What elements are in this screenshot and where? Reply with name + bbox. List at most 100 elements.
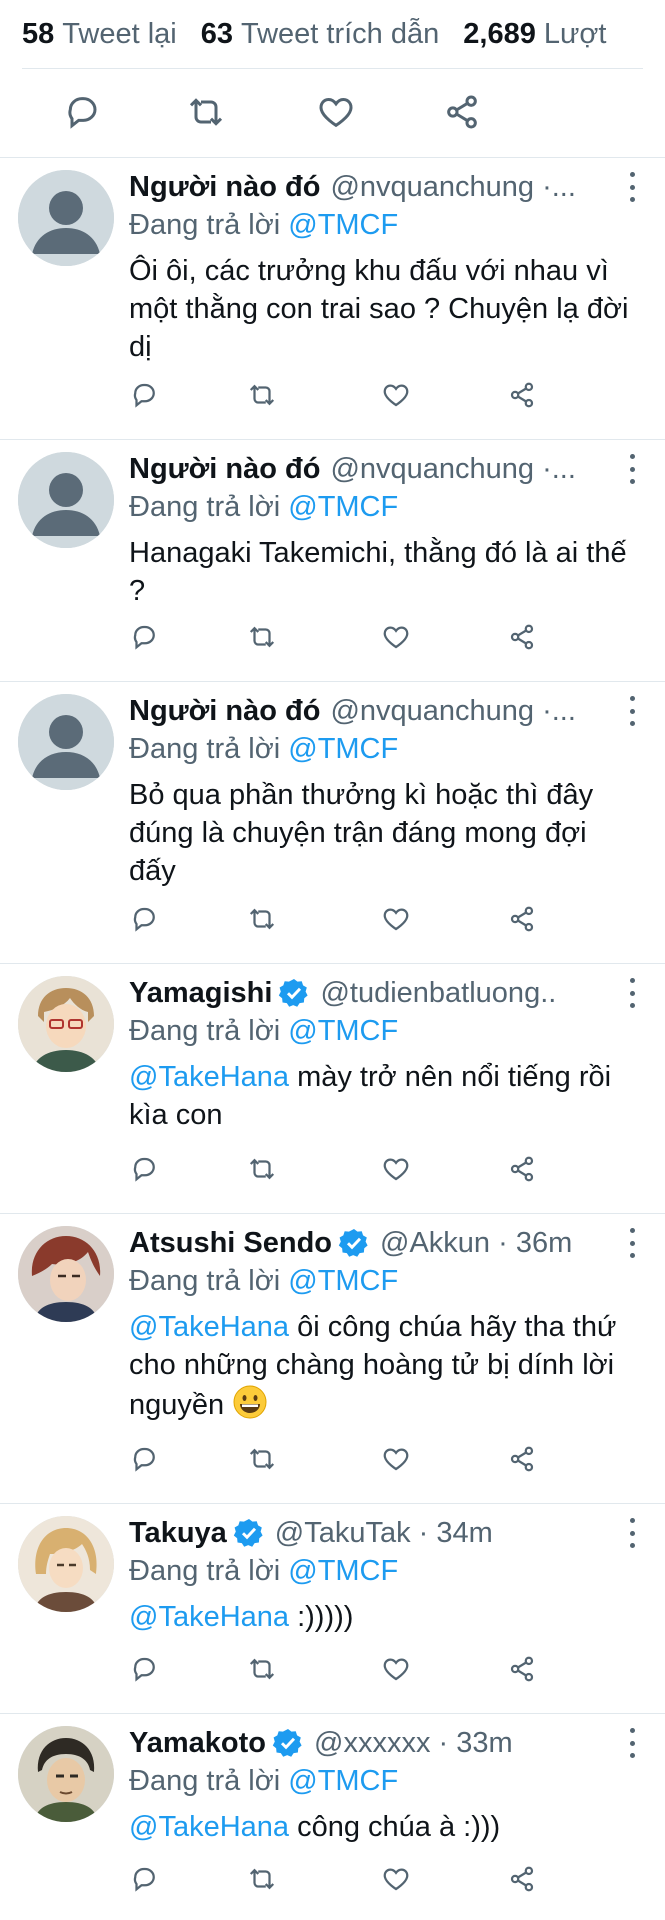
reply-button[interactable] bbox=[129, 1154, 163, 1188]
mention-link[interactable]: @TakeHana bbox=[129, 1601, 289, 1633]
retweet-button[interactable] bbox=[186, 92, 232, 138]
replying-to-link[interactable]: @TMCF bbox=[288, 1265, 398, 1297]
retweet-icon bbox=[186, 98, 226, 136]
share-button[interactable] bbox=[507, 622, 541, 656]
tweet-text: @TakeHana công chúa à :))) bbox=[129, 1808, 629, 1846]
like-icon bbox=[381, 1654, 415, 1684]
reply-button[interactable] bbox=[129, 622, 163, 656]
tweet-actions bbox=[129, 1154, 665, 1194]
reply-tweet[interactable]: Người nào đó @nvquanchung ·... Đang trả … bbox=[0, 439, 665, 681]
share-button[interactable] bbox=[507, 1154, 541, 1188]
share-button[interactable] bbox=[442, 92, 488, 138]
user-handle[interactable]: @nvquanchung ·... bbox=[330, 695, 599, 728]
avatar[interactable] bbox=[18, 170, 114, 266]
like-icon bbox=[381, 380, 415, 410]
like-button[interactable] bbox=[316, 92, 362, 138]
reply-button[interactable] bbox=[129, 1864, 163, 1898]
reply-tweet[interactable]: Người nào đó @nvquanchung ·... Đang trả … bbox=[0, 681, 665, 963]
more-options-button[interactable] bbox=[623, 1228, 641, 1258]
replying-to-link[interactable]: @TMCF bbox=[288, 209, 398, 241]
retweet-button[interactable] bbox=[247, 622, 281, 656]
retweet-button[interactable] bbox=[247, 904, 281, 938]
reply-button[interactable] bbox=[129, 904, 163, 938]
like-button[interactable] bbox=[381, 904, 415, 938]
display-name[interactable]: Takuya bbox=[129, 1517, 227, 1550]
user-handle[interactable]: @xxxxxx · 33m bbox=[314, 1727, 599, 1760]
replying-to-link[interactable]: @TMCF bbox=[288, 1765, 398, 1797]
more-options-button[interactable] bbox=[623, 1518, 641, 1548]
display-name[interactable]: Người nào đó bbox=[129, 171, 320, 204]
user-handle[interactable]: @nvquanchung ·... bbox=[330, 453, 599, 486]
display-name[interactable]: Yamagishi bbox=[129, 977, 272, 1010]
replying-to-link[interactable]: @TMCF bbox=[288, 491, 398, 523]
display-name[interactable]: Atsushi Sendo bbox=[129, 1227, 332, 1260]
tweet-text: Ôi ôi, các trưởng khu đấu với nhau vì mộ… bbox=[129, 255, 629, 363]
retweet-count-stat[interactable]: 58 Tweet lại bbox=[22, 18, 177, 51]
more-options-button[interactable] bbox=[623, 696, 641, 726]
display-name[interactable]: Người nào đó bbox=[129, 695, 320, 728]
share-button[interactable] bbox=[507, 904, 541, 938]
retweet-button[interactable] bbox=[247, 380, 281, 414]
tweet-body: Yamagishi @tudienbatluong.. Đang trả lời… bbox=[129, 974, 649, 1134]
reply-button[interactable] bbox=[129, 1444, 163, 1478]
tweet-header: Người nào đó @nvquanchung ·... bbox=[129, 692, 599, 730]
user-handle[interactable]: @Akkun · 36m bbox=[380, 1227, 599, 1260]
display-name[interactable]: Người nào đó bbox=[129, 453, 320, 486]
mention-link[interactable]: @TakeHana bbox=[129, 1811, 289, 1843]
more-options-button[interactable] bbox=[623, 172, 641, 202]
reply-tweet[interactable]: Yamakoto @xxxxxx · 33m Đang trả lời @TMC… bbox=[0, 1713, 665, 1920]
retweet-button[interactable] bbox=[247, 1654, 281, 1688]
more-options-button[interactable] bbox=[623, 1728, 641, 1758]
share-button[interactable] bbox=[507, 1444, 541, 1478]
reply-tweet[interactable]: Takuya @TakuTak · 34m Đang trả lời @TMCF… bbox=[0, 1503, 665, 1713]
replying-to-link[interactable]: @TMCF bbox=[288, 733, 398, 765]
user-handle[interactable]: @TakuTak · 34m bbox=[275, 1517, 599, 1550]
like-button[interactable] bbox=[381, 1444, 415, 1478]
tweet-header: Yamakoto @xxxxxx · 33m bbox=[129, 1724, 599, 1762]
mention-link[interactable]: @TakeHana bbox=[129, 1311, 289, 1343]
replying-to-link[interactable]: @TMCF bbox=[288, 1555, 398, 1587]
avatar[interactable] bbox=[18, 452, 114, 548]
mention-link[interactable]: @TakeHana bbox=[129, 1061, 289, 1093]
user-handle[interactable]: @nvquanchung ·... bbox=[330, 171, 599, 204]
quote-count-stat[interactable]: 63 Tweet trích dẫn bbox=[201, 18, 440, 51]
like-button[interactable] bbox=[381, 1154, 415, 1188]
reply-tweet[interactable]: Yamagishi @tudienbatluong.. Đang trả lời… bbox=[0, 963, 665, 1213]
reply-button[interactable] bbox=[129, 1654, 163, 1688]
reply-icon bbox=[129, 1864, 163, 1894]
share-button[interactable] bbox=[507, 380, 541, 414]
reply-tweet[interactable]: Người nào đó @nvquanchung ·... Đang trả … bbox=[0, 157, 665, 439]
tweet-actions bbox=[129, 622, 665, 662]
replying-to-link[interactable]: @TMCF bbox=[288, 1015, 398, 1047]
user-handle[interactable]: @tudienbatluong.. bbox=[320, 977, 599, 1010]
avatar[interactable] bbox=[18, 694, 114, 790]
like-count-stat[interactable]: 2,689 Lượt bbox=[463, 18, 606, 51]
retweet-button[interactable] bbox=[247, 1864, 281, 1898]
retweet-count: 58 bbox=[22, 17, 55, 50]
replying-to-label: Đang trả lời bbox=[129, 209, 289, 241]
avatar[interactable] bbox=[18, 1226, 114, 1322]
display-name[interactable]: Yamakoto bbox=[129, 1727, 266, 1760]
reply-icon bbox=[129, 1654, 163, 1684]
retweet-button[interactable] bbox=[247, 1154, 281, 1188]
avatar[interactable] bbox=[18, 1516, 114, 1612]
share-button[interactable] bbox=[507, 1654, 541, 1688]
retweet-button[interactable] bbox=[247, 1444, 281, 1478]
like-button[interactable] bbox=[381, 1864, 415, 1898]
tweet-body: Người nào đó @nvquanchung ·... Đang trả … bbox=[129, 168, 649, 366]
replying-to: Đang trả lời @TMCF bbox=[129, 488, 649, 526]
like-button[interactable] bbox=[381, 622, 415, 656]
more-options-button[interactable] bbox=[623, 978, 641, 1008]
tweet-actions bbox=[129, 1864, 665, 1904]
reply-button[interactable] bbox=[62, 92, 108, 138]
avatar[interactable] bbox=[18, 1726, 114, 1822]
reply-button[interactable] bbox=[129, 380, 163, 414]
avatar[interactable] bbox=[18, 976, 114, 1072]
more-options-button[interactable] bbox=[623, 454, 641, 484]
replying-to-label: Đang trả lời bbox=[129, 1765, 289, 1797]
share-button[interactable] bbox=[507, 1864, 541, 1898]
like-button[interactable] bbox=[381, 1654, 415, 1688]
main-tweet-actions bbox=[0, 80, 665, 150]
like-button[interactable] bbox=[381, 380, 415, 414]
reply-tweet[interactable]: Atsushi Sendo @Akkun · 36m Đang trả lời … bbox=[0, 1213, 665, 1503]
